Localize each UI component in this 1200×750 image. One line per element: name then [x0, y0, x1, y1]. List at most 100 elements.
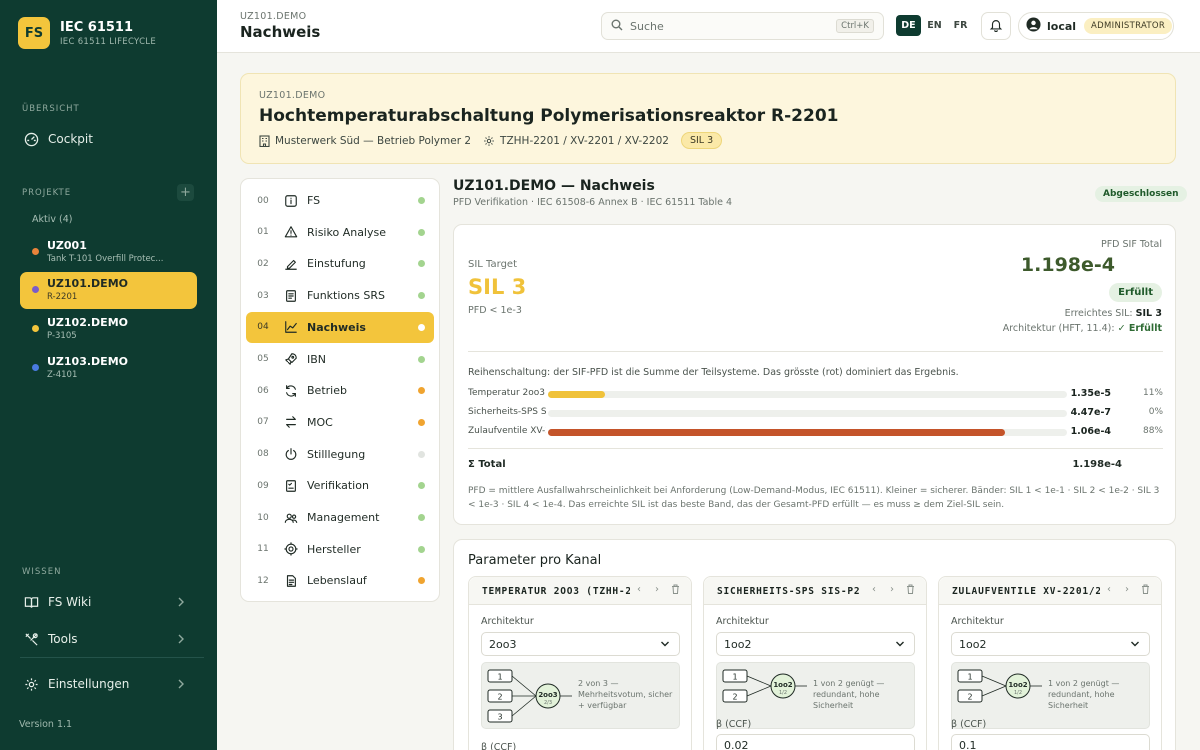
brand[interactable]: FS IEC 61511 IEC 61511 LIFECYCLE — [18, 17, 156, 49]
chevron-right-icon[interactable]: › — [655, 584, 659, 595]
section-label-knowledge: WISSEN — [22, 567, 62, 577]
sidebar-item-settings[interactable]: Einstellungen — [20, 667, 197, 701]
architecture-select[interactable]: 1oo2 — [951, 632, 1150, 656]
sidebar-item-label: Tools — [48, 632, 78, 646]
beta-input[interactable]: 0.1 — [951, 734, 1150, 750]
tools-icon — [23, 631, 39, 647]
result-badge: Erfüllt — [1109, 283, 1162, 302]
phase-status-dot — [418, 482, 425, 490]
chevron-left-icon[interactable]: ‹ — [637, 584, 641, 595]
sil-badge: SIL 3 — [680, 132, 723, 149]
project-item-active[interactable]: UZ101.DEMO R-2201 — [20, 272, 197, 309]
phase-label: IBN — [307, 352, 327, 366]
voter-sublabel: 2/3 — [544, 700, 552, 706]
chevron-right-icon — [177, 596, 185, 610]
channel-name: SICHERHEITS-SPS SIS-P2 (1OO2) — [717, 586, 865, 597]
phase-item-fs[interactable]: 00 FS — [246, 185, 434, 216]
project-subtitle: P-3105 — [47, 331, 77, 341]
power-icon — [284, 447, 298, 461]
search-box[interactable]: Ctrl+K — [601, 12, 884, 40]
chevron-right-icon[interactable]: › — [890, 584, 894, 595]
bar-fill — [548, 429, 1005, 436]
beta-value: 0.1 — [959, 738, 977, 750]
phase-label: Risiko Analyse — [307, 225, 386, 239]
lang-de-button[interactable]: DE — [896, 15, 921, 36]
architecture-description: 1 von 2 genügt — redundant, hohe Sicherh… — [1048, 679, 1120, 710]
top-header: UZ101.DEMO Nachweis Ctrl+K DE EN FR loca… — [217, 0, 1200, 53]
project-name: UZ001 — [47, 239, 87, 252]
project-banner: UZ101.DEMO Hochtemperaturabschaltung Pol… — [240, 73, 1176, 164]
project-item[interactable]: UZ102.DEMO P-3105 — [20, 311, 197, 348]
phase-number: 12 — [257, 575, 269, 586]
phase-item-hersteller[interactable]: 11 Hersteller — [246, 534, 434, 565]
sidebar: FS IEC 61511 IEC 61511 LIFECYCLE ÜBERSIC… — [0, 0, 217, 750]
phase-status-dot — [418, 514, 425, 521]
phase-item-moc[interactable]: 07 MOC — [246, 407, 434, 438]
project-meta: Musterwerk Süd — Betrieb Polymer 2 TZHH-… — [259, 132, 723, 149]
phase-item-risiko-analyse[interactable]: 01 Risiko Analyse — [246, 217, 434, 248]
subsystem-pfd: 4.47e-7 — [1070, 407, 1111, 418]
architecture-value: 1oo2 — [959, 637, 987, 651]
cog-icon — [483, 135, 495, 147]
search-input[interactable] — [630, 19, 830, 33]
phase-label: Stilllegung — [307, 447, 366, 461]
beta-label: β (CCF) — [951, 719, 987, 730]
edit-icon — [284, 257, 298, 271]
channel-header: TEMPERATUR 2OO3 (TZHH-2201) ‹ › — [469, 577, 691, 605]
document-icon — [284, 289, 298, 303]
phase-item-stilllegung[interactable]: 08 Stilllegung — [246, 439, 434, 470]
beta-label: β (CCF) — [716, 719, 752, 730]
add-project-button[interactable]: + — [177, 184, 194, 201]
project-name: UZ103.DEMO — [47, 355, 128, 368]
phase-number: 08 — [257, 449, 269, 460]
phase-item-lebenslauf[interactable]: 12 Lebenslauf — [246, 565, 434, 596]
rocket-icon — [284, 352, 298, 366]
phase-label: MOC — [307, 415, 333, 429]
section-label-projects: PROJEKTE — [22, 188, 72, 198]
phase-number: 03 — [257, 290, 269, 301]
project-item[interactable]: UZ001 Tank T-101 Overfill Protec... — [20, 234, 197, 271]
channel-input-label: 3 — [497, 713, 502, 722]
phase-item-ibn[interactable]: 05 IBN — [246, 344, 434, 375]
lang-en-button[interactable]: EN — [922, 15, 947, 36]
phase-item-betrieb[interactable]: 06 Betrieb — [246, 375, 434, 406]
active-projects-label: Aktiv (4) — [32, 214, 73, 225]
phase-item-funktions-srs[interactable]: 03 Funktions SRS — [246, 280, 434, 311]
chevron-right-icon[interactable]: › — [1125, 584, 1129, 595]
chevron-down-icon — [1130, 639, 1140, 652]
architecture-select[interactable]: 1oo2 — [716, 632, 915, 656]
chevron-left-icon[interactable]: ‹ — [1107, 584, 1111, 595]
architecture-value: 1oo2 — [724, 637, 752, 651]
user-menu[interactable]: local ADMINISTRATOR — [1018, 12, 1174, 40]
phase-status-dot — [418, 228, 425, 236]
breadcrumb[interactable]: UZ101.DEMO — [240, 11, 306, 22]
series-note: Reihenschaltung: der SIF-PFD ist die Sum… — [468, 367, 959, 378]
channel-header: ZULAUFVENTILE XV-2201/2202 ‹ › — [939, 577, 1161, 605]
trash-icon[interactable] — [671, 584, 680, 597]
notifications-button[interactable] — [981, 12, 1011, 40]
trash-icon[interactable] — [906, 584, 915, 597]
divider — [468, 351, 1163, 352]
phase-item-nachweis[interactable]: 04 Nachweis — [246, 311, 434, 343]
sidebar-item-tools[interactable]: Tools — [20, 622, 197, 656]
phase-item-einstufung[interactable]: 02 Einstufung — [246, 248, 434, 279]
phase-item-verifikation[interactable]: 09 Verifikation — [246, 470, 434, 501]
sidebar-item-wiki[interactable]: FS Wiki — [20, 585, 197, 619]
phase-item-management[interactable]: 10 Management — [246, 502, 434, 533]
architecture-label: Architektur — [481, 616, 534, 627]
phase-number: 06 — [257, 385, 269, 396]
chevron-right-icon — [177, 678, 185, 692]
project-item[interactable]: UZ103.DEMO Z-4101 — [20, 350, 197, 387]
bar-track — [548, 429, 1067, 436]
beta-input[interactable]: 0.02 — [716, 734, 915, 750]
channel-card: ZULAUFVENTILE XV-2201/2202 ‹ › Architektur 1… — [938, 576, 1162, 750]
lang-fr-button[interactable]: FR — [948, 15, 973, 36]
chevron-left-icon[interactable]: ‹ — [872, 584, 876, 595]
channel-card: SICHERHEITS-SPS SIS-P2 (1OO2) ‹ › Architekt… — [703, 576, 927, 750]
phase-number: 10 — [257, 512, 269, 523]
architecture-select[interactable]: 2oo3 — [481, 632, 680, 656]
architecture-label: Architektur — [951, 616, 1004, 627]
plant-label: Musterwerk Süd — Betrieb Polymer 2 — [275, 134, 472, 147]
trash-icon[interactable] — [1141, 584, 1150, 597]
sidebar-item-cockpit[interactable]: Cockpit — [20, 122, 197, 156]
